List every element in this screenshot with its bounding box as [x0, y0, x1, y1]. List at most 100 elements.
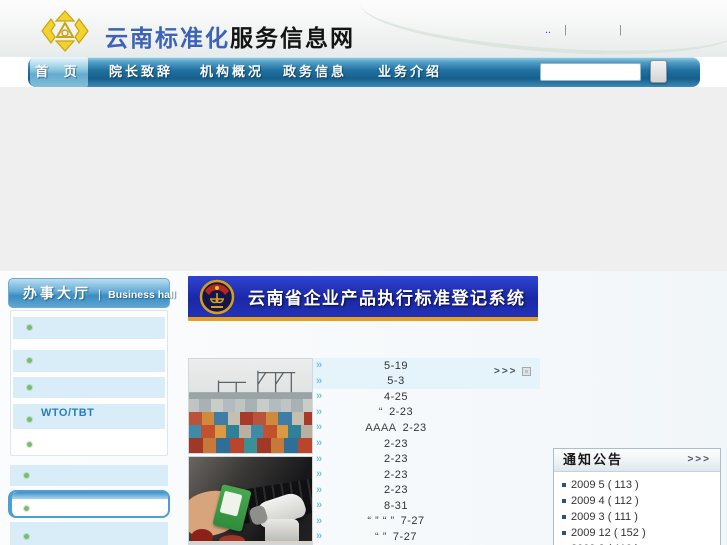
government-emblem-icon: [199, 279, 235, 314]
news-item[interactable]: » 4-25: [313, 389, 540, 405]
sidebar-menu-panel: WTO/TBT: [10, 310, 168, 456]
double-arrow-icon: »: [316, 359, 323, 372]
top-links: .. | |: [0, 24, 727, 40]
news-item-text: “: [378, 406, 384, 419]
news-item-date: 4-25: [383, 390, 409, 403]
page: 云南标准化服务信息网 .. | | 首 页 院长致辞 机构概况 政务信息 业务介…: [0, 0, 727, 545]
sidebar-title-en: Business hall: [108, 289, 176, 301]
notices-list: 2009 5 ( 113 ) 2009 4 ( 112 ) 2009 3 ( 1…: [554, 472, 720, 545]
notice-item-label: 2009 12 ( 152 ): [571, 527, 646, 539]
sidebar-item-label[interactable]: WTO/TBT: [41, 407, 94, 419]
news-item[interactable]: » “ ” “ ” 7-27: [313, 513, 540, 529]
selected-item-top-strip: [12, 492, 168, 499]
search-input[interactable]: [540, 63, 641, 81]
photo-container-row: [189, 399, 312, 412]
notice-item[interactable]: 2009 12 ( 152 ): [562, 525, 720, 541]
nav-item-organization[interactable]: 机构概况: [192, 57, 272, 87]
news-item[interactable]: » 2-23: [313, 451, 540, 467]
double-arrow-icon: »: [316, 514, 323, 527]
news-item[interactable]: » 2-23: [313, 467, 540, 483]
photo-product-label: [219, 490, 243, 517]
sidebar-item-wto-tbt[interactable]: WTO/TBT: [13, 404, 165, 429]
top-link-separator: |: [619, 24, 622, 36]
news-item-date: 2-23: [402, 421, 427, 434]
news-photo-barcode-scanner[interactable]: [188, 456, 313, 545]
top-link[interactable]: ..: [545, 24, 551, 36]
registration-system-banner[interactable]: 云南省企业产品执行标准登记系统: [188, 276, 538, 321]
photo-counter-edge: [189, 541, 312, 544]
news-item-date: 2-23: [383, 484, 409, 497]
notices-more-link[interactable]: >>>: [687, 449, 711, 471]
news-item[interactable]: » 2-23: [313, 482, 540, 498]
bullet-icon: [27, 358, 32, 363]
bullet-icon: [27, 442, 32, 447]
double-arrow-icon: »: [316, 530, 323, 543]
search-button[interactable]: [650, 60, 667, 83]
news-item-text: AAAA: [365, 421, 397, 434]
square-bullet-icon: [562, 515, 566, 519]
bullet-icon: [27, 417, 32, 422]
double-arrow-icon: »: [316, 374, 323, 387]
notice-item-label: 2009 4 ( 112 ): [571, 495, 639, 507]
news-item-date: 7-27: [400, 515, 425, 528]
news-photo-container-port[interactable]: [188, 358, 313, 454]
sidebar-item[interactable]: [13, 435, 165, 455]
photo-container-row: [189, 412, 312, 425]
double-arrow-icon: »: [316, 483, 323, 496]
news-item-date: 8-31: [383, 499, 409, 512]
news-item-date: 5-19: [383, 359, 409, 372]
news-item-date: 2-23: [389, 406, 414, 419]
notice-item-label: 2009 5 ( 113 ): [571, 479, 639, 491]
main-nav: 首 页 院长致辞 机构概况 政务信息 业务介绍: [28, 57, 700, 87]
flash-banner-placeholder: [0, 87, 727, 271]
nav-item-gov-info[interactable]: 政务信息: [275, 57, 355, 87]
bullet-icon: [24, 506, 29, 511]
news-item-text: “ ”: [375, 530, 387, 543]
double-arrow-icon: »: [316, 405, 323, 418]
banner-title: 云南省企业产品执行标准登记系统: [248, 289, 526, 308]
sidebar-item[interactable]: [10, 522, 168, 545]
top-link-separator: |: [564, 24, 567, 36]
sidebar-item[interactable]: [13, 377, 165, 398]
bullet-icon: [27, 385, 32, 390]
sidebar-item[interactable]: [10, 465, 168, 486]
double-arrow-icon: »: [316, 468, 323, 481]
news-more-link[interactable]: >>>: [494, 366, 518, 377]
notices-panel: 通知公告 >>> 2009 5 ( 113 ) 2009 4 ( 112 ) 2…: [553, 448, 721, 545]
notices-title: 通知公告: [563, 452, 624, 467]
square-bullet-icon: [562, 499, 566, 503]
notice-item[interactable]: 2009 3 ( 111 ): [562, 509, 720, 525]
notices-header: 通知公告 >>>: [554, 449, 720, 472]
double-arrow-icon: »: [316, 452, 323, 465]
news-item-text: “ ” “ ”: [367, 515, 395, 528]
site-header: 云南标准化服务信息网 .. | |: [0, 0, 727, 57]
bullet-icon: [27, 325, 32, 330]
news-item[interactable]: » “ ” 7-27: [313, 529, 540, 545]
notice-item[interactable]: 2009 4 ( 112 ): [562, 493, 720, 509]
double-arrow-icon: »: [316, 437, 323, 449]
double-arrow-icon: »: [316, 421, 323, 434]
news-item-date: 2-23: [383, 437, 409, 450]
bullet-icon: [24, 534, 29, 539]
news-item[interactable]: » “ 2-23: [313, 405, 540, 421]
notice-item[interactable]: 2009 2 ( 110 ): [562, 541, 720, 545]
double-arrow-icon: »: [316, 390, 323, 403]
photo-scanner-base: [265, 519, 299, 543]
sidebar-item-selected[interactable]: [8, 490, 170, 518]
notice-item[interactable]: 2009 5 ( 113 ): [562, 477, 720, 493]
nav-item-home[interactable]: 首 页: [30, 57, 88, 87]
sidebar-header: 办事大厅 | Business hall: [8, 278, 176, 308]
nav-item-presidents-address[interactable]: 院长致辞: [101, 57, 181, 87]
news-item[interactable]: » AAAA 2-23: [313, 420, 540, 436]
sidebar-item[interactable]: [13, 350, 165, 372]
sidebar-title-cn: 办事大厅: [23, 285, 91, 301]
news-item[interactable]: » 2-23: [313, 436, 540, 452]
news-item[interactable]: » 8-31: [313, 498, 540, 514]
square-bullet-icon: [562, 483, 566, 487]
sidebar-title-divider: |: [98, 287, 102, 301]
news-list: » 5-19 » 5-3 » 4-25 » “2-23 » AAAA 2-23 » 2-23 …: [313, 358, 540, 545]
content-area: 办事大厅 | Business hall WTO/TBT 云南省企业产品执行标准…: [0, 271, 727, 545]
nav-item-business-intro[interactable]: 业务介绍: [370, 57, 450, 87]
sidebar-item[interactable]: [13, 317, 165, 339]
photo-container-row: [189, 425, 312, 438]
